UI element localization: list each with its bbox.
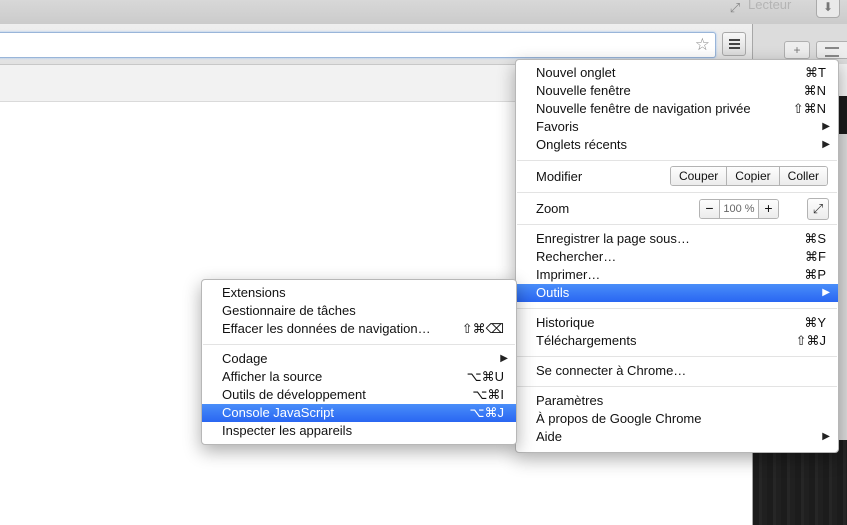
submenu-arrow-icon: ▶ — [822, 139, 830, 150]
menu-item-label: Codage — [222, 351, 268, 366]
menu-separator — [517, 224, 837, 225]
chrome-menu: Nouvel onglet ⌘T Nouvelle fenêtre ⌘N Nou… — [515, 59, 839, 453]
menu-item-label: Effacer les données de navigation… — [222, 321, 431, 336]
menu-item-shortcut: ⌘S — [804, 231, 826, 246]
menu-item-label: Zoom — [536, 201, 570, 216]
menu-item-zoom: Zoom — [516, 200, 838, 218]
plus-icon[interactable]: + — [784, 41, 810, 59]
menu-item-label: Rechercher… — [536, 249, 617, 264]
menu-item-about[interactable]: À propos de Google Chrome — [516, 410, 838, 428]
menu-item-find[interactable]: Rechercher… ⌘F — [516, 248, 838, 266]
submenu-arrow-icon: ▶ — [822, 121, 830, 132]
menu-item-label: Nouvel onglet — [536, 65, 616, 80]
menu-separator — [517, 160, 837, 161]
submenu-item-developer-tools[interactable]: Outils de développement ⌥⌘I — [202, 386, 516, 404]
menu-item-label: Favoris — [536, 119, 579, 134]
zoom-control: − 100 % + — [699, 199, 779, 219]
fullscreen-button[interactable]: ⤢ — [807, 198, 829, 220]
menu-item-label: Historique — [536, 315, 595, 330]
menu-item-label: Imprimer… — [536, 267, 601, 282]
submenu-item-view-source[interactable]: Afficher la source ⌥⌘U — [202, 368, 516, 386]
menu-item-label: Nouvelle fenêtre de navigation privée — [536, 101, 751, 116]
menu-item-label: Outils — [536, 285, 570, 300]
menu-item-label: À propos de Google Chrome — [536, 411, 702, 426]
menu-item-shortcut: ⇧⌘N — [792, 101, 826, 116]
menu-item-label: Aide — [536, 429, 563, 444]
menu-separator — [517, 192, 837, 193]
menu-item-shortcut: ⌥⌘U — [466, 369, 504, 384]
menu-item-downloads[interactable]: Téléchargements ⇧⌘J — [516, 332, 838, 350]
menu-item-shortcut: ⌥⌘I — [472, 387, 504, 402]
profile-label[interactable]: Lecteur — [748, 0, 791, 12]
submenu-arrow-icon: ▶ — [500, 353, 508, 364]
menu-item-help[interactable]: Aide ▶ — [516, 428, 838, 446]
menu-item-label: Outils de développement — [222, 387, 366, 402]
paste-button[interactable]: Coller — [778, 167, 827, 185]
submenu-item-javascript-console[interactable]: Console JavaScript ⌥⌘J — [202, 404, 516, 422]
menu-item-label: Afficher la source — [222, 369, 323, 384]
menu-separator — [517, 386, 837, 387]
menu-item-label: Extensions — [222, 285, 286, 300]
menu-item-new-private-window[interactable]: Nouvelle fenêtre de navigation privée ⇧⌘… — [516, 100, 838, 118]
list-icon[interactable] — [816, 41, 847, 59]
menu-item-shortcut: ⌥⌘J — [469, 405, 504, 420]
tools-submenu: Extensions Gestionnaire de tâches Efface… — [201, 279, 517, 445]
menu-item-recent-tabs[interactable]: Onglets récents ▶ — [516, 136, 838, 154]
fullscreen-icon[interactable]: ⤢ — [727, 0, 743, 16]
menu-item-bookmarks[interactable]: Favoris ▶ — [516, 118, 838, 136]
hamburger-menu-icon — [729, 47, 740, 49]
menu-item-label: Nouvelle fenêtre — [536, 83, 631, 98]
menu-item-label: Inspecter les appareils — [222, 423, 353, 438]
menu-item-shortcut: ⇧⌘J — [795, 333, 826, 348]
zoom-out-button[interactable]: − — [700, 200, 719, 218]
menu-item-label: Gestionnaire de tâches — [222, 303, 356, 318]
submenu-item-encoding[interactable]: Codage ▶ — [202, 350, 516, 368]
menu-separator — [203, 344, 515, 345]
cut-button[interactable]: Couper — [670, 167, 727, 185]
menu-item-settings[interactable]: Paramètres — [516, 392, 838, 410]
menu-item-sign-in[interactable]: Se connecter à Chrome… — [516, 362, 838, 380]
submenu-item-extensions[interactable]: Extensions — [202, 284, 516, 302]
menu-item-history[interactable]: Historique ⌘Y — [516, 314, 838, 332]
hamburger-menu-icon — [729, 43, 740, 45]
edit-button-group: Couper Copier Coller — [669, 166, 828, 186]
star-icon[interactable]: ☆ — [695, 35, 710, 55]
submenu-item-clear-browsing-data[interactable]: Effacer les données de navigation… ⇧⌘⌫ — [202, 320, 516, 338]
menu-separator — [517, 308, 837, 309]
address-bar[interactable]: ☆ — [0, 32, 716, 58]
menu-item-label: Modifier — [536, 169, 583, 184]
menu-item-label: Enregistrer la page sous… — [536, 231, 690, 246]
zoom-in-button[interactable]: + — [759, 200, 778, 218]
fullscreen-icon: ⤢ — [812, 201, 824, 216]
menu-item-shortcut: ⌘P — [804, 267, 826, 282]
menu-item-tools[interactable]: Outils ▶ — [516, 284, 838, 302]
menu-item-new-tab[interactable]: Nouvel onglet ⌘T — [516, 64, 838, 82]
submenu-arrow-icon: ▶ — [822, 287, 830, 298]
download-icon[interactable]: ⬇ — [816, 0, 840, 18]
menu-item-label: Console JavaScript — [222, 405, 334, 420]
submenu-arrow-icon: ▶ — [822, 431, 830, 442]
hamburger-menu-icon — [729, 39, 740, 41]
menu-item-new-window[interactable]: Nouvelle fenêtre ⌘N — [516, 82, 838, 100]
menu-item-shortcut: ⌘T — [805, 65, 826, 80]
menu-item-print[interactable]: Imprimer… ⌘P — [516, 266, 838, 284]
menu-item-label: Téléchargements — [536, 333, 637, 348]
copy-button[interactable]: Copier — [726, 167, 779, 185]
menu-item-label: Paramètres — [536, 393, 604, 408]
zoom-level: 100 % — [719, 200, 759, 218]
menu-item-label: Onglets récents — [536, 137, 628, 152]
submenu-item-task-manager[interactable]: Gestionnaire de tâches — [202, 302, 516, 320]
menu-separator — [517, 356, 837, 357]
menu-item-shortcut: ⌘Y — [804, 315, 826, 330]
menu-item-shortcut: ⌘N — [803, 83, 826, 98]
menu-item-label: Se connecter à Chrome… — [536, 363, 687, 378]
menu-item-shortcut: ⇧⌘⌫ — [461, 321, 504, 336]
system-top-strip: ⤢ Lecteur ⬇ — [0, 0, 847, 24]
submenu-item-inspect-devices[interactable]: Inspecter les appareils — [202, 422, 516, 440]
chrome-menu-button[interactable] — [722, 32, 746, 56]
menu-item-shortcut: ⌘F — [805, 249, 826, 264]
menu-item-save-page[interactable]: Enregistrer la page sous… ⌘S — [516, 230, 838, 248]
